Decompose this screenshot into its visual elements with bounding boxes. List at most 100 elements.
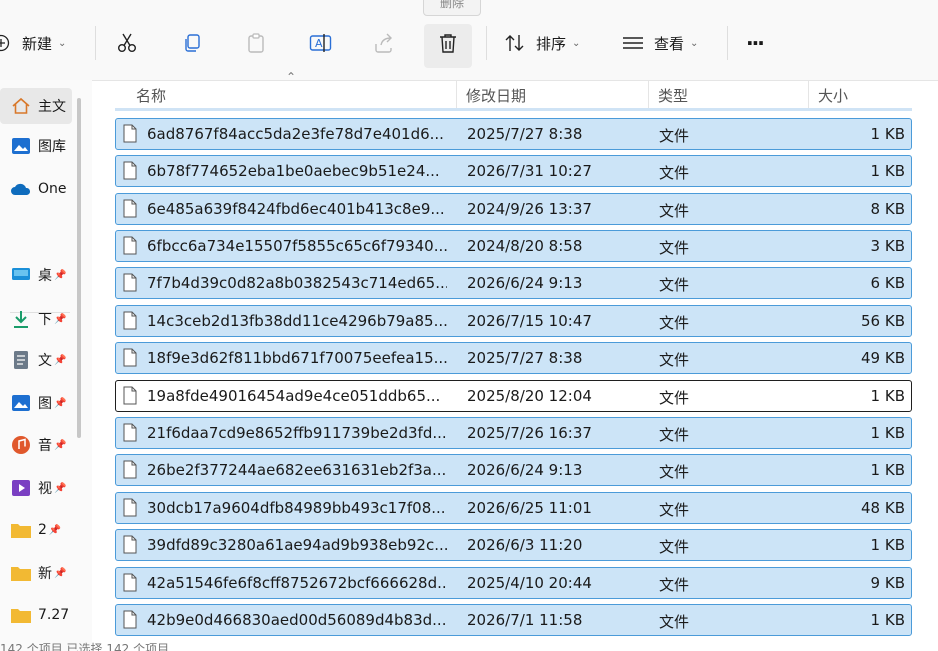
file-row[interactable]: 7f7b4d39c0d82a8b0382543c714ed65... 2026/… — [115, 267, 912, 299]
pin-icon: 📌 — [54, 354, 67, 366]
sidebar-item-label: 视 — [38, 481, 52, 497]
pin-icon: 📌 — [54, 269, 67, 281]
sidebar-item-label: 主文 — [38, 99, 66, 115]
file-row[interactable]: 18f9e3d62f811bbd671f70075eefea15... 2025… — [115, 342, 912, 374]
video-icon — [10, 477, 32, 499]
column-header-name[interactable]: 名称 — [136, 80, 166, 110]
file-name: 14c3ceb2d13fb38dd11ce4296b79a85... — [147, 312, 447, 330]
sidebar-item-pictures[interactable]: 图 📌 — [0, 385, 72, 421]
column-divider[interactable] — [808, 80, 809, 110]
chevron-down-icon: ⌄ — [690, 37, 699, 49]
toolbar-divider — [95, 26, 96, 60]
sort-button[interactable]: 排序 ⌄ — [504, 24, 580, 62]
sidebar-item-home[interactable]: 主文 — [0, 88, 72, 124]
file-type: 文件 — [659, 538, 690, 556]
picture-icon — [10, 392, 32, 414]
file-icon — [123, 161, 137, 180]
toolbar-divider — [486, 26, 487, 60]
file-name: 30dcb17a9604dfb84989bb493c17f08... — [147, 499, 446, 517]
file-row-focused[interactable]: 19a8fde49016454ad9e4ce051ddb65... 2025/8… — [115, 380, 912, 412]
file-date: 2024/8/20 8:58 — [467, 237, 583, 255]
file-size: 1 KB — [870, 536, 905, 554]
file-row[interactable]: 39dfd89c3280a61ae94ad9b938eb92c... 2026/… — [115, 529, 912, 561]
onedrive-cloud-icon — [10, 178, 32, 200]
file-size: 48 KB — [861, 499, 905, 517]
file-date: 2026/6/3 11:20 — [467, 536, 583, 554]
file-icon — [123, 423, 137, 442]
file-icon — [123, 273, 137, 292]
sidebar-item-music[interactable]: 音 📌 — [0, 427, 72, 463]
sidebar-item-label: 下 — [38, 312, 52, 328]
sidebar-item-label: 图 — [38, 396, 52, 412]
file-type: 文件 — [659, 351, 690, 369]
rename-icon: A — [309, 34, 332, 52]
file-type: 文件 — [659, 389, 690, 407]
delete-button[interactable] — [437, 24, 459, 62]
rename-button[interactable]: A — [309, 24, 333, 62]
home-icon — [10, 95, 32, 117]
file-row[interactable]: 42b9e0d466830aed00d56089d4b83d... 2026/7… — [115, 604, 912, 636]
column-divider[interactable] — [648, 80, 649, 110]
column-divider[interactable] — [456, 80, 457, 110]
file-type: 文件 — [659, 426, 690, 444]
sidebar-item-gallery[interactable]: 图库 — [0, 128, 72, 164]
cut-button[interactable] — [116, 24, 138, 62]
new-button[interactable]: 新建 ⌄ — [0, 24, 66, 62]
file-name: 6b78f774652eba1be0aebec9b51e24... — [147, 162, 440, 180]
file-row[interactable]: 26be2f377244ae682ee631631eb2f3a... 2026/… — [115, 454, 912, 486]
pin-icon: 📌 — [54, 567, 67, 579]
file-row[interactable]: 6fbcc6a734e15507f5855c65c6f79340... 2024… — [115, 230, 912, 262]
file-icon — [123, 236, 137, 255]
sidebar-item-folder[interactable]: 2 📌 — [0, 512, 72, 548]
sidebar-scrollbar[interactable] — [77, 98, 81, 438]
paste-button[interactable] — [245, 24, 267, 62]
sidebar-item-folder[interactable]: 新 📌 — [0, 555, 72, 591]
list-view-icon — [623, 37, 643, 49]
file-row[interactable]: 6ad8767f84acc5da2e3fe78d7e401d6... 2025/… — [115, 118, 912, 150]
column-header-date[interactable]: 修改日期 — [466, 80, 526, 110]
file-date: 2026/6/24 9:13 — [467, 461, 583, 479]
copy-icon — [185, 34, 200, 52]
copy-button[interactable] — [181, 24, 203, 62]
sidebar-item-downloads[interactable]: 下 📌 — [0, 301, 72, 337]
sidebar-item-label: 2 — [38, 522, 47, 538]
document-icon — [10, 349, 32, 371]
file-row[interactable]: 42a51546fe6f8cff8752672bcf666628d... 202… — [115, 567, 912, 599]
file-date: 2024/9/26 13:37 — [467, 200, 592, 218]
more-options-button[interactable]: ··· — [746, 24, 765, 62]
sidebar-item-label: 图库 — [38, 139, 66, 155]
file-date: 2025/8/20 12:04 — [467, 387, 592, 405]
file-date: 2026/7/1 11:58 — [467, 611, 583, 629]
pin-icon: 📌 — [48, 524, 62, 536]
file-icon — [123, 124, 137, 143]
file-name: 26be2f377244ae682ee631631eb2f3a... — [147, 461, 447, 479]
column-header-type[interactable]: 类型 — [658, 80, 688, 110]
file-row[interactable]: 6b78f774652eba1be0aebec9b51e24... 2026/7… — [115, 155, 912, 187]
sidebar-item-documents[interactable]: 文 📌 — [0, 342, 72, 378]
sidebar-item-desktop[interactable]: 桌 📌 — [0, 257, 72, 293]
view-button[interactable]: 查看 ⌄ — [622, 24, 698, 62]
sidebar-item-label: 文 — [38, 353, 52, 369]
view-button-label: 查看 — [654, 34, 685, 53]
file-row[interactable]: 21f6daa7cd9e8652ffb911739be2d3fd... 2025… — [115, 417, 912, 449]
share-button[interactable] — [373, 24, 395, 62]
file-date: 2026/7/31 10:27 — [467, 162, 592, 180]
sidebar-item-folder[interactable]: 7.27 — [0, 597, 72, 633]
sort-button-label: 排序 — [536, 34, 567, 53]
file-date: 2025/7/27 8:38 — [467, 349, 583, 367]
file-size: 49 KB — [861, 349, 905, 367]
sidebar-item-videos[interactable]: 视 📌 — [0, 470, 72, 506]
folder-icon — [10, 604, 32, 626]
share-icon — [375, 33, 392, 53]
pin-icon: 📌 — [54, 439, 67, 451]
file-row[interactable]: 6e485a639f8424fbd6ec401b413c8e9... 2024/… — [115, 193, 912, 225]
column-header-size[interactable]: 大小 — [818, 80, 848, 110]
scissors-icon — [118, 33, 136, 52]
file-row[interactable]: 30dcb17a9604dfb84989bb493c17f08... 2026/… — [115, 492, 912, 524]
file-size: 6 KB — [870, 274, 905, 292]
file-row[interactable]: 14c3ceb2d13fb38dd11ce4296b79a85... 2026/… — [115, 305, 912, 337]
toolbar-divider — [727, 26, 728, 60]
file-size: 9 KB — [870, 574, 905, 592]
chevron-down-icon: ⌄ — [58, 37, 67, 49]
sidebar-item-onedrive[interactable]: One — [0, 171, 72, 207]
